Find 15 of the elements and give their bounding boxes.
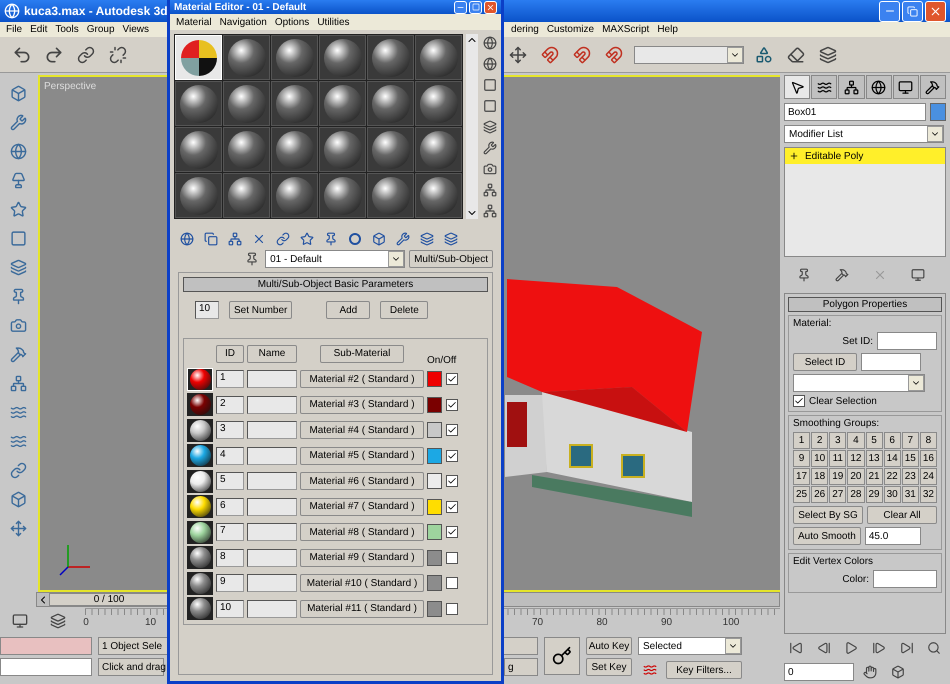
group-label: Edit Vertex Colors	[793, 556, 874, 567]
frame-number: 90	[660, 617, 672, 628]
frame-number: 70	[532, 617, 544, 628]
frame-number: 80	[596, 617, 608, 628]
window-title: kuca3.max - Autodesk 3d	[24, 4, 168, 18]
frame-number: 100	[722, 617, 740, 628]
group-label: Smoothing Groups:	[793, 418, 880, 429]
on-off-column-header: On/Off	[427, 354, 458, 366]
field-label: Set ID:	[842, 336, 873, 346]
frame-number: 10	[144, 617, 156, 628]
window-title: Material Editor - 01 - Default	[174, 2, 306, 12]
group-label: Material:	[793, 318, 832, 329]
frame-number: 0	[83, 617, 89, 628]
field-label: Color:	[842, 574, 869, 584]
checkbox-label: Clear Selection	[809, 396, 877, 406]
